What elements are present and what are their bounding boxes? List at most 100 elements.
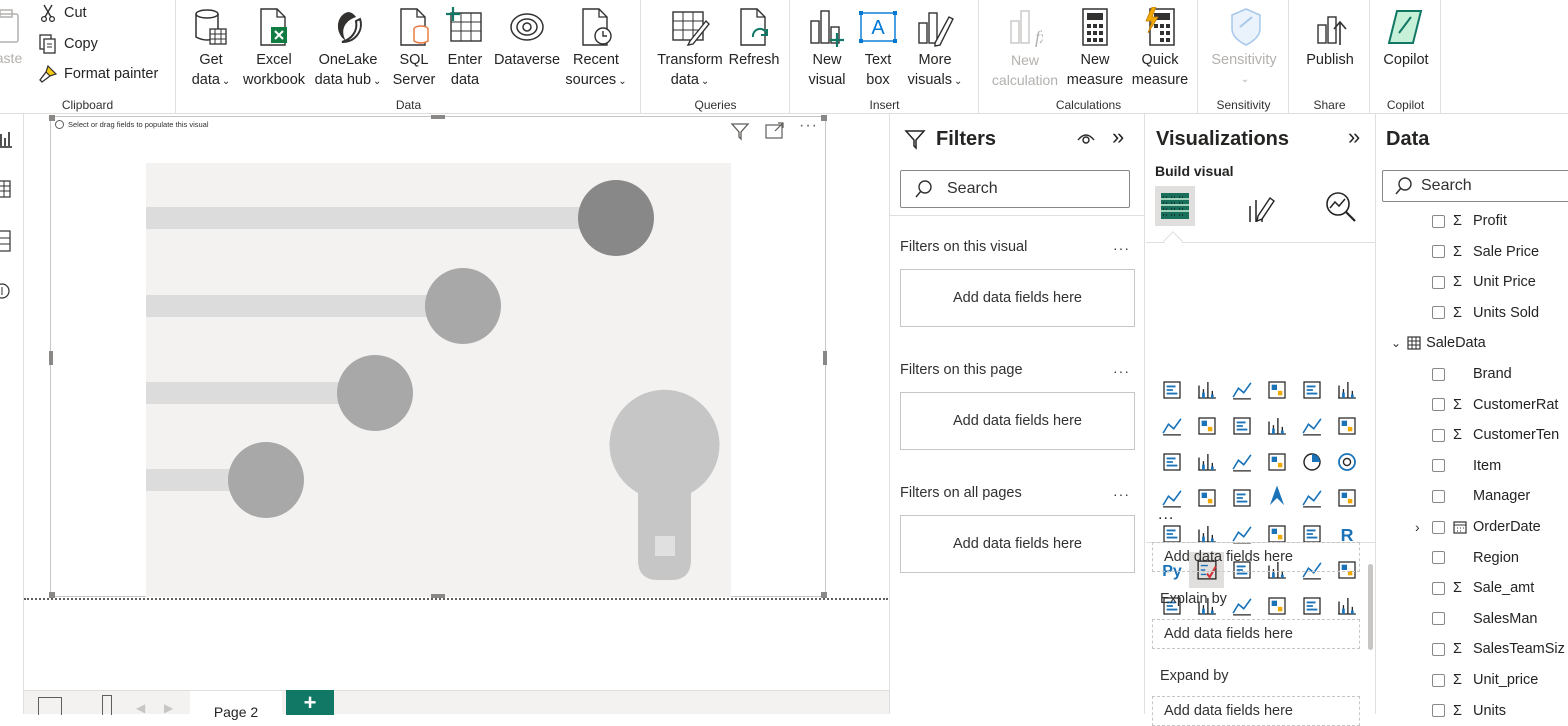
azure-map-icon[interactable] [1259,480,1294,516]
checkbox[interactable] [1432,581,1445,595]
eye-icon[interactable] [1076,130,1096,146]
refresh-button[interactable]: Refresh [726,4,782,70]
format-visual-tab[interactable] [1244,192,1276,224]
field-item[interactable]: Σ Unit_price [1432,665,1538,695]
more-options-icon[interactable]: ··· [1113,363,1130,379]
copy-button[interactable]: Copy [36,34,98,54]
mobile-layout-icon[interactable] [102,695,112,715]
stacked-column-chart-icon[interactable] [1189,372,1224,408]
key-influencers-visual[interactable]: Select or drag fields to populate this v… [49,115,827,598]
donut-chart-icon[interactable] [1329,444,1364,480]
filters-on-page-drop[interactable]: Add data fields here [900,392,1135,450]
resize-handle[interactable] [823,351,827,365]
stacked-area-chart-icon[interactable] [1224,408,1259,444]
field-item[interactable]: SalesMan [1432,604,1537,634]
checkbox[interactable] [1432,398,1445,412]
copilot-button[interactable]: Copilot [1377,4,1435,70]
waterfall-chart-icon[interactable] [1189,444,1224,480]
100-stacked-area-chart-icon[interactable] [1259,408,1294,444]
line-clustered-column-chart-icon[interactable] [1329,408,1364,444]
filters-on-all-pages-drop[interactable]: Add data fields here [900,515,1135,573]
checkbox[interactable] [1432,612,1445,626]
analytics-tab[interactable] [1324,190,1358,224]
text-box-button[interactable]: A Text box [853,4,903,90]
report-view-icon[interactable] [0,130,12,148]
scroll-right-icon[interactable]: ▶ [164,701,173,715]
table-view-icon[interactable] [0,180,12,198]
resize-handle[interactable] [431,115,445,119]
filters-search-input[interactable]: Search [900,170,1130,208]
filled-map-icon[interactable] [1224,480,1259,516]
field-item[interactable]: Region [1432,543,1519,573]
resize-handle[interactable] [431,594,445,598]
more-options-icon[interactable]: ··· [1113,486,1130,502]
more-visuals-icon[interactable]: ... [1158,506,1174,524]
field-item[interactable]: Σ CustomerTen [1432,420,1559,450]
clustered-bar-chart-icon[interactable] [1224,372,1259,408]
line-chart-icon[interactable] [1154,408,1189,444]
field-item[interactable]: Σ Units Sold [1432,298,1539,328]
onelake-button[interactable]: OneLake data hub ⌄ [311,4,385,92]
checkbox[interactable] [1432,551,1445,565]
checkbox[interactable] [1432,520,1445,534]
dax-query-icon[interactable] [0,282,12,300]
field-item[interactable]: Brand [1432,359,1512,389]
line-stacked-column-chart-icon[interactable] [1294,408,1329,444]
get-data-button[interactable]: Get data ⌄ [185,4,237,92]
quick-measure-button[interactable]: Quick measure [1128,4,1192,90]
field-item[interactable]: Σ Sale_amt [1432,573,1534,603]
checkbox[interactable] [1432,642,1445,656]
field-item[interactable]: Manager [1432,481,1530,511]
field-item[interactable]: › OrderDate [1415,512,1541,542]
resize-handle[interactable] [49,351,53,365]
more-options-icon[interactable]: ··· [799,117,818,135]
sql-server-button[interactable]: SQL Server [389,4,439,90]
paste-button[interactable]: aste [0,6,26,66]
resize-handle[interactable] [49,115,55,121]
chevron-down-icon[interactable]: ⌄ [1391,336,1401,350]
ribbon-chart-icon[interactable] [1154,444,1189,480]
cut-button[interactable]: Cut [36,4,87,22]
format-painter-button[interactable]: Format painter [36,64,158,84]
field-item[interactable]: Σ Units [1432,696,1506,726]
field-item[interactable]: Σ Profit [1432,206,1507,236]
checkbox[interactable] [1432,245,1445,259]
pie-chart-icon[interactable] [1294,444,1329,480]
publish-button[interactable]: Publish [1296,4,1364,70]
sensitivity-button[interactable]: Sensitivity ⌄ [1205,4,1283,90]
table-item[interactable]: ⌄ SaleData [1391,328,1486,358]
enter-data-button[interactable]: Enter data [439,4,491,90]
model-view-icon[interactable] [0,230,12,252]
expand-by-field-well[interactable]: Add data fields here [1152,696,1360,726]
resize-handle[interactable] [821,592,827,598]
more-visuals-button[interactable]: More visuals ⌄ [903,4,967,92]
build-visual-tab[interactable] [1155,186,1195,226]
recent-sources-button[interactable]: Recent sources ⌄ [563,4,629,92]
new-measure-button[interactable]: New measure [1062,4,1128,90]
checkbox[interactable] [1432,673,1445,687]
checkbox[interactable] [1432,428,1445,442]
field-item[interactable]: Σ Unit Price [1432,267,1536,297]
field-item[interactable]: Σ Sale Price [1432,237,1539,267]
checkbox[interactable] [1432,489,1445,503]
transform-data-button[interactable]: Transform data ⌄ [654,4,726,92]
chevron-right-icon[interactable]: › [1415,519,1426,535]
field-item[interactable]: Σ CustomerRat [1432,390,1558,420]
checkbox[interactable] [1432,306,1445,320]
gauge-icon[interactable] [1294,480,1329,516]
stacked-bar-chart-icon[interactable] [1154,372,1189,408]
map-icon[interactable] [1189,480,1224,516]
filters-on-visual-drop[interactable]: Add data fields here [900,269,1135,327]
scrollbar-thumb[interactable] [1368,564,1373,650]
page-tab-page-2[interactable]: Page 2 [190,691,282,720]
excel-workbook-button[interactable]: Excel workbook [239,4,309,90]
add-page-button[interactable]: + [286,690,334,715]
checkbox[interactable] [1432,704,1445,718]
100-stacked-column-chart-icon[interactable] [1329,372,1364,408]
desktop-layout-icon[interactable] [38,697,62,715]
analyze-field-well[interactable]: Add data fields here [1152,542,1360,572]
100-stacked-bar-chart-icon[interactable] [1294,372,1329,408]
new-calculation-button[interactable]: fx New calculation [988,4,1062,90]
field-item[interactable]: Item [1432,451,1501,481]
card-icon[interactable] [1329,480,1364,516]
